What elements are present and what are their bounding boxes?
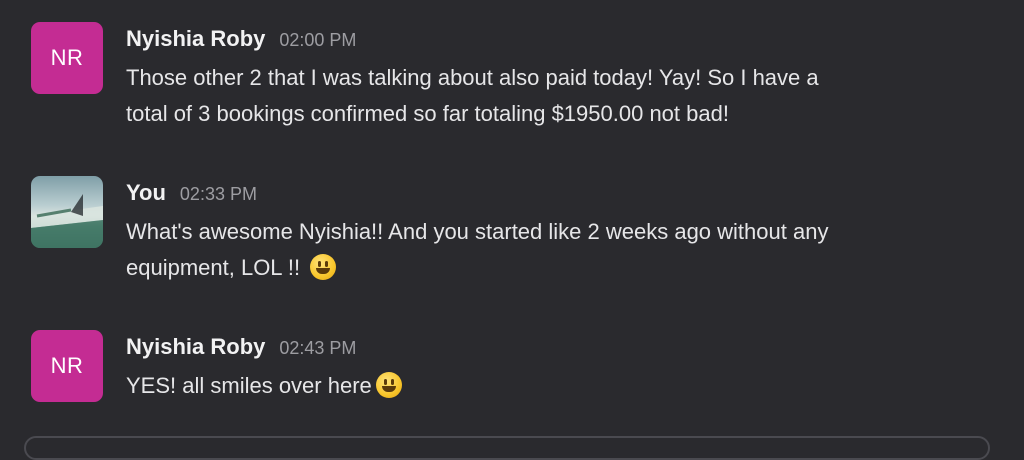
smiling-face-emoji-icon bbox=[375, 372, 402, 398]
avatar-photo-icon bbox=[31, 194, 103, 248]
message-header: Nyishia Roby 02:43 PM bbox=[126, 334, 1001, 362]
message-content: Nyishia Roby 02:43 PM YES! all smiles ov… bbox=[126, 334, 1001, 404]
message-text: Those other 2 that I was talking about a… bbox=[126, 60, 1001, 132]
message-header: You 02:33 PM bbox=[126, 180, 1001, 208]
message-line: What's awesome Nyishia!! And you started… bbox=[126, 219, 829, 244]
message-text: YES! all smiles over here bbox=[126, 368, 1001, 404]
author-name[interactable]: You bbox=[126, 180, 166, 206]
message-line-with-emoji: equipment, LOL !! bbox=[126, 250, 1001, 286]
message-line: equipment, LOL !! bbox=[126, 255, 307, 280]
author-name[interactable]: Nyishia Roby bbox=[126, 334, 265, 360]
message-text: What's awesome Nyishia!! And you started… bbox=[126, 214, 1001, 286]
avatar[interactable]: NR bbox=[31, 22, 103, 94]
message-header: Nyishia Roby 02:00 PM bbox=[126, 26, 1001, 54]
chat-thread: NR Nyishia Roby 02:00 PM Those other 2 t… bbox=[0, 0, 1024, 460]
message-line: YES! all smiles over here bbox=[126, 373, 372, 398]
message-content: You 02:33 PM What's awesome Nyishia!! An… bbox=[126, 180, 1001, 286]
avatar[interactable] bbox=[31, 176, 103, 248]
avatar-initials: NR bbox=[50, 45, 84, 70]
grinning-face-emoji-icon bbox=[310, 254, 337, 280]
message-composer[interactable] bbox=[24, 436, 990, 460]
author-name[interactable]: Nyishia Roby bbox=[126, 26, 265, 52]
message-line: Those other 2 that I was talking about a… bbox=[126, 65, 819, 90]
message-line: total of 3 bookings confirmed so far tot… bbox=[126, 101, 729, 126]
avatar-initials: NR bbox=[50, 353, 84, 378]
message-timestamp: 02:00 PM bbox=[279, 30, 357, 50]
message-timestamp: 02:43 PM bbox=[279, 338, 357, 358]
avatar[interactable]: NR bbox=[31, 330, 103, 402]
message-line-with-emoji: YES! all smiles over here bbox=[126, 368, 1001, 404]
message-timestamp: 02:33 PM bbox=[179, 184, 257, 204]
message-content: Nyishia Roby 02:00 PM Those other 2 that… bbox=[126, 26, 1001, 132]
